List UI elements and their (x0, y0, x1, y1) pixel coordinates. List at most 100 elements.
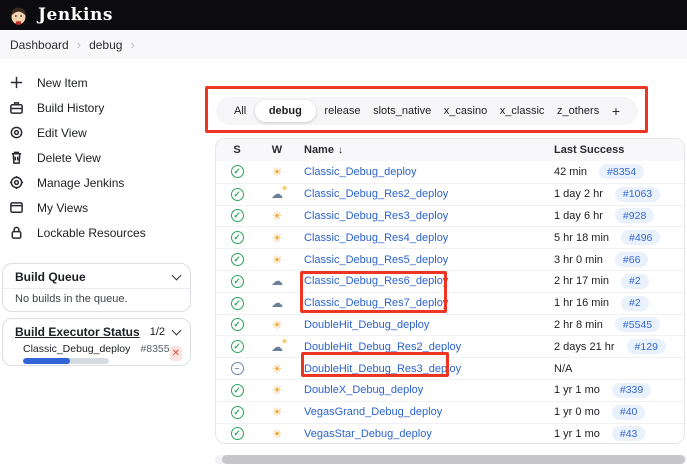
last-success-time: 2 hr 8 min (554, 319, 603, 331)
weather-partly-cloudy-icon (271, 188, 283, 200)
build-number-badge[interactable]: #5545 (615, 317, 660, 332)
table-row: Classic_Debug_Res5_deploy 3 hr 0 min#66 (216, 248, 684, 270)
tab-debug[interactable]: debug (255, 100, 316, 122)
horizontal-scrollbar-thumb[interactable] (222, 455, 685, 464)
sidebar-item-my-views[interactable]: My Views (0, 195, 205, 220)
build-number-badge[interactable]: #129 (627, 339, 666, 354)
job-link[interactable]: DoubleX_Debug_deploy (304, 384, 423, 396)
sidebar-item-new-item[interactable]: New Item (0, 70, 205, 95)
build-number-badge[interactable]: #66 (615, 252, 649, 267)
executor-count: 1/2 (150, 326, 165, 338)
table-row: VegasStar_Debug_deploy 1 yr 1 mo#43 (216, 423, 684, 444)
last-success-time: 1 hr 16 min (554, 297, 609, 309)
app-title[interactable]: Jenkins (38, 5, 113, 25)
job-link[interactable]: Classic_Debug_Res3_deploy (304, 210, 448, 222)
last-success-time: 2 days 21 hr (554, 341, 615, 353)
breadcrumb-debug[interactable]: debug (89, 38, 122, 52)
breadcrumb-dashboard[interactable]: Dashboard (10, 38, 69, 52)
job-link[interactable]: Classic_Debug_deploy (304, 166, 417, 178)
job-link[interactable]: DoubleHit_Debug_Res3_deploy (304, 363, 461, 375)
build-number-badge[interactable]: #43 (612, 426, 646, 441)
job-link[interactable]: Classic_Debug_Res5_deploy (304, 254, 448, 266)
chevron-down-icon[interactable] (172, 326, 182, 336)
tab-x-casino[interactable]: x_casino (440, 100, 491, 122)
sidebar-item-edit-view[interactable]: Edit View (0, 120, 205, 145)
last-success-time: 1 yr 1 mo (554, 384, 600, 396)
build-queue-empty-message: No builds in the queue. (3, 293, 190, 305)
build-number-badge[interactable]: #496 (621, 230, 660, 245)
build-progress-fill (23, 358, 70, 364)
sidebar-item-build-history[interactable]: Build History (0, 95, 205, 120)
jenkins-dashboard: Jenkins Dashboard › debug › New Item Bui… (0, 0, 687, 472)
table-row: DoubleHit_Debug_Res2_deploy 2 days 21 hr… (216, 335, 684, 357)
table-row: Classic_Debug_Res6_deploy 2 hr 17 min #2 (216, 270, 684, 292)
tab-z-others[interactable]: z_others (553, 100, 603, 122)
history-icon (9, 100, 24, 115)
job-link[interactable]: Classic_Debug_Res2_deploy (304, 188, 448, 200)
job-link[interactable]: Classic_Debug_Res4_deploy (304, 232, 448, 244)
job-link[interactable]: Classic_Debug_Res7_deploy (304, 297, 448, 309)
weather-sunny-icon (272, 428, 283, 440)
executor-build-row: Classic_Debug_deploy #8355 ✕ (3, 343, 190, 364)
weather-partly-cloudy-icon (271, 341, 283, 353)
last-success-time: 2 hr 17 min (554, 275, 609, 287)
build-number-badge[interactable]: #40 (612, 405, 646, 420)
status-success-icon (231, 231, 244, 244)
build-number-badge[interactable]: #928 (615, 208, 654, 223)
job-link[interactable]: VegasGrand_Debug_deploy (304, 406, 442, 418)
build-executor-panel: Build Executor Status 1/2 Classic_Debug_… (2, 318, 191, 366)
last-success-time: N/A (554, 363, 572, 375)
job-link[interactable]: Classic_Debug_Res6_deploy (304, 275, 448, 287)
col-weather[interactable]: W (258, 144, 296, 156)
table-row: Classic_Debug_Res2_deploy 1 day 2 hr#106… (216, 183, 684, 205)
tab-slots-native[interactable]: slots_native (369, 100, 435, 122)
job-link[interactable]: DoubleHit_Debug_deploy (304, 319, 429, 331)
stop-build-button[interactable]: ✕ (170, 346, 182, 361)
view-tabs: All debug release slots_native x_casino … (216, 97, 638, 125)
sidebar-item-delete-view[interactable]: Delete View (0, 145, 205, 170)
status-success-icon (231, 318, 244, 331)
col-status[interactable]: S (216, 144, 258, 156)
job-link[interactable]: VegasStar_Debug_deploy (304, 428, 432, 440)
tab-release[interactable]: release (320, 100, 364, 122)
build-number-badge[interactable]: #8354 (599, 164, 644, 179)
weather-sunny-icon (272, 254, 283, 266)
build-progress-bar[interactable] (23, 358, 109, 364)
status-success-icon (231, 253, 244, 266)
executor-build-name[interactable]: Classic_Debug_deploy (23, 343, 130, 355)
tab-all[interactable]: All (230, 100, 250, 122)
build-number-badge[interactable]: #2 (621, 274, 649, 289)
build-number-badge[interactable]: #1063 (615, 187, 660, 202)
table-row: DoubleX_Debug_deploy 1 yr 1 mo #339 (216, 379, 684, 401)
sidebar: New Item Build History Edit View Delete … (0, 70, 205, 245)
col-name[interactable]: Name↓ (296, 144, 548, 156)
build-number-badge[interactable]: #339 (612, 383, 651, 398)
build-number-badge[interactable]: #2 (621, 296, 649, 311)
build-executor-title[interactable]: Build Executor Status (15, 325, 140, 339)
sidebar-item-lockable-resources[interactable]: Lockable Resources (0, 220, 205, 245)
table-header: S W Name↓ Last Success (216, 139, 684, 161)
col-last-success[interactable]: Last Success (548, 144, 684, 156)
chevron-right-icon: › (130, 37, 134, 52)
last-success-time: 1 day 6 hr (554, 210, 603, 222)
weather-sunny-icon (272, 384, 283, 396)
job-link[interactable]: DoubleHit_Debug_Res2_deploy (304, 341, 461, 353)
weather-sunny-icon (272, 232, 283, 244)
window-icon (9, 200, 24, 215)
table-row: DoubleHit_Debug_Res3_deploy N/A (216, 357, 684, 379)
status-success-icon (231, 209, 244, 222)
add-view-tab-button[interactable]: + (608, 98, 624, 124)
status-success-icon (231, 165, 244, 178)
build-queue-panel: Build Queue No builds in the queue. (2, 263, 191, 312)
trash-icon (9, 150, 24, 165)
chevron-down-icon[interactable] (172, 271, 182, 281)
status-success-icon (231, 188, 244, 201)
tab-x-classic[interactable]: x_classic (496, 100, 549, 122)
jenkins-butler-icon[interactable] (8, 5, 29, 26)
weather-sunny-icon (272, 363, 283, 375)
sidebar-item-manage-jenkins[interactable]: Manage Jenkins (0, 170, 205, 195)
breadcrumb: Dashboard › debug › (0, 30, 687, 59)
weather-sunny-icon (272, 166, 283, 178)
status-disabled-icon (231, 362, 244, 375)
table-row: VegasGrand_Debug_deploy 1 yr 0 mo#40 (216, 401, 684, 423)
